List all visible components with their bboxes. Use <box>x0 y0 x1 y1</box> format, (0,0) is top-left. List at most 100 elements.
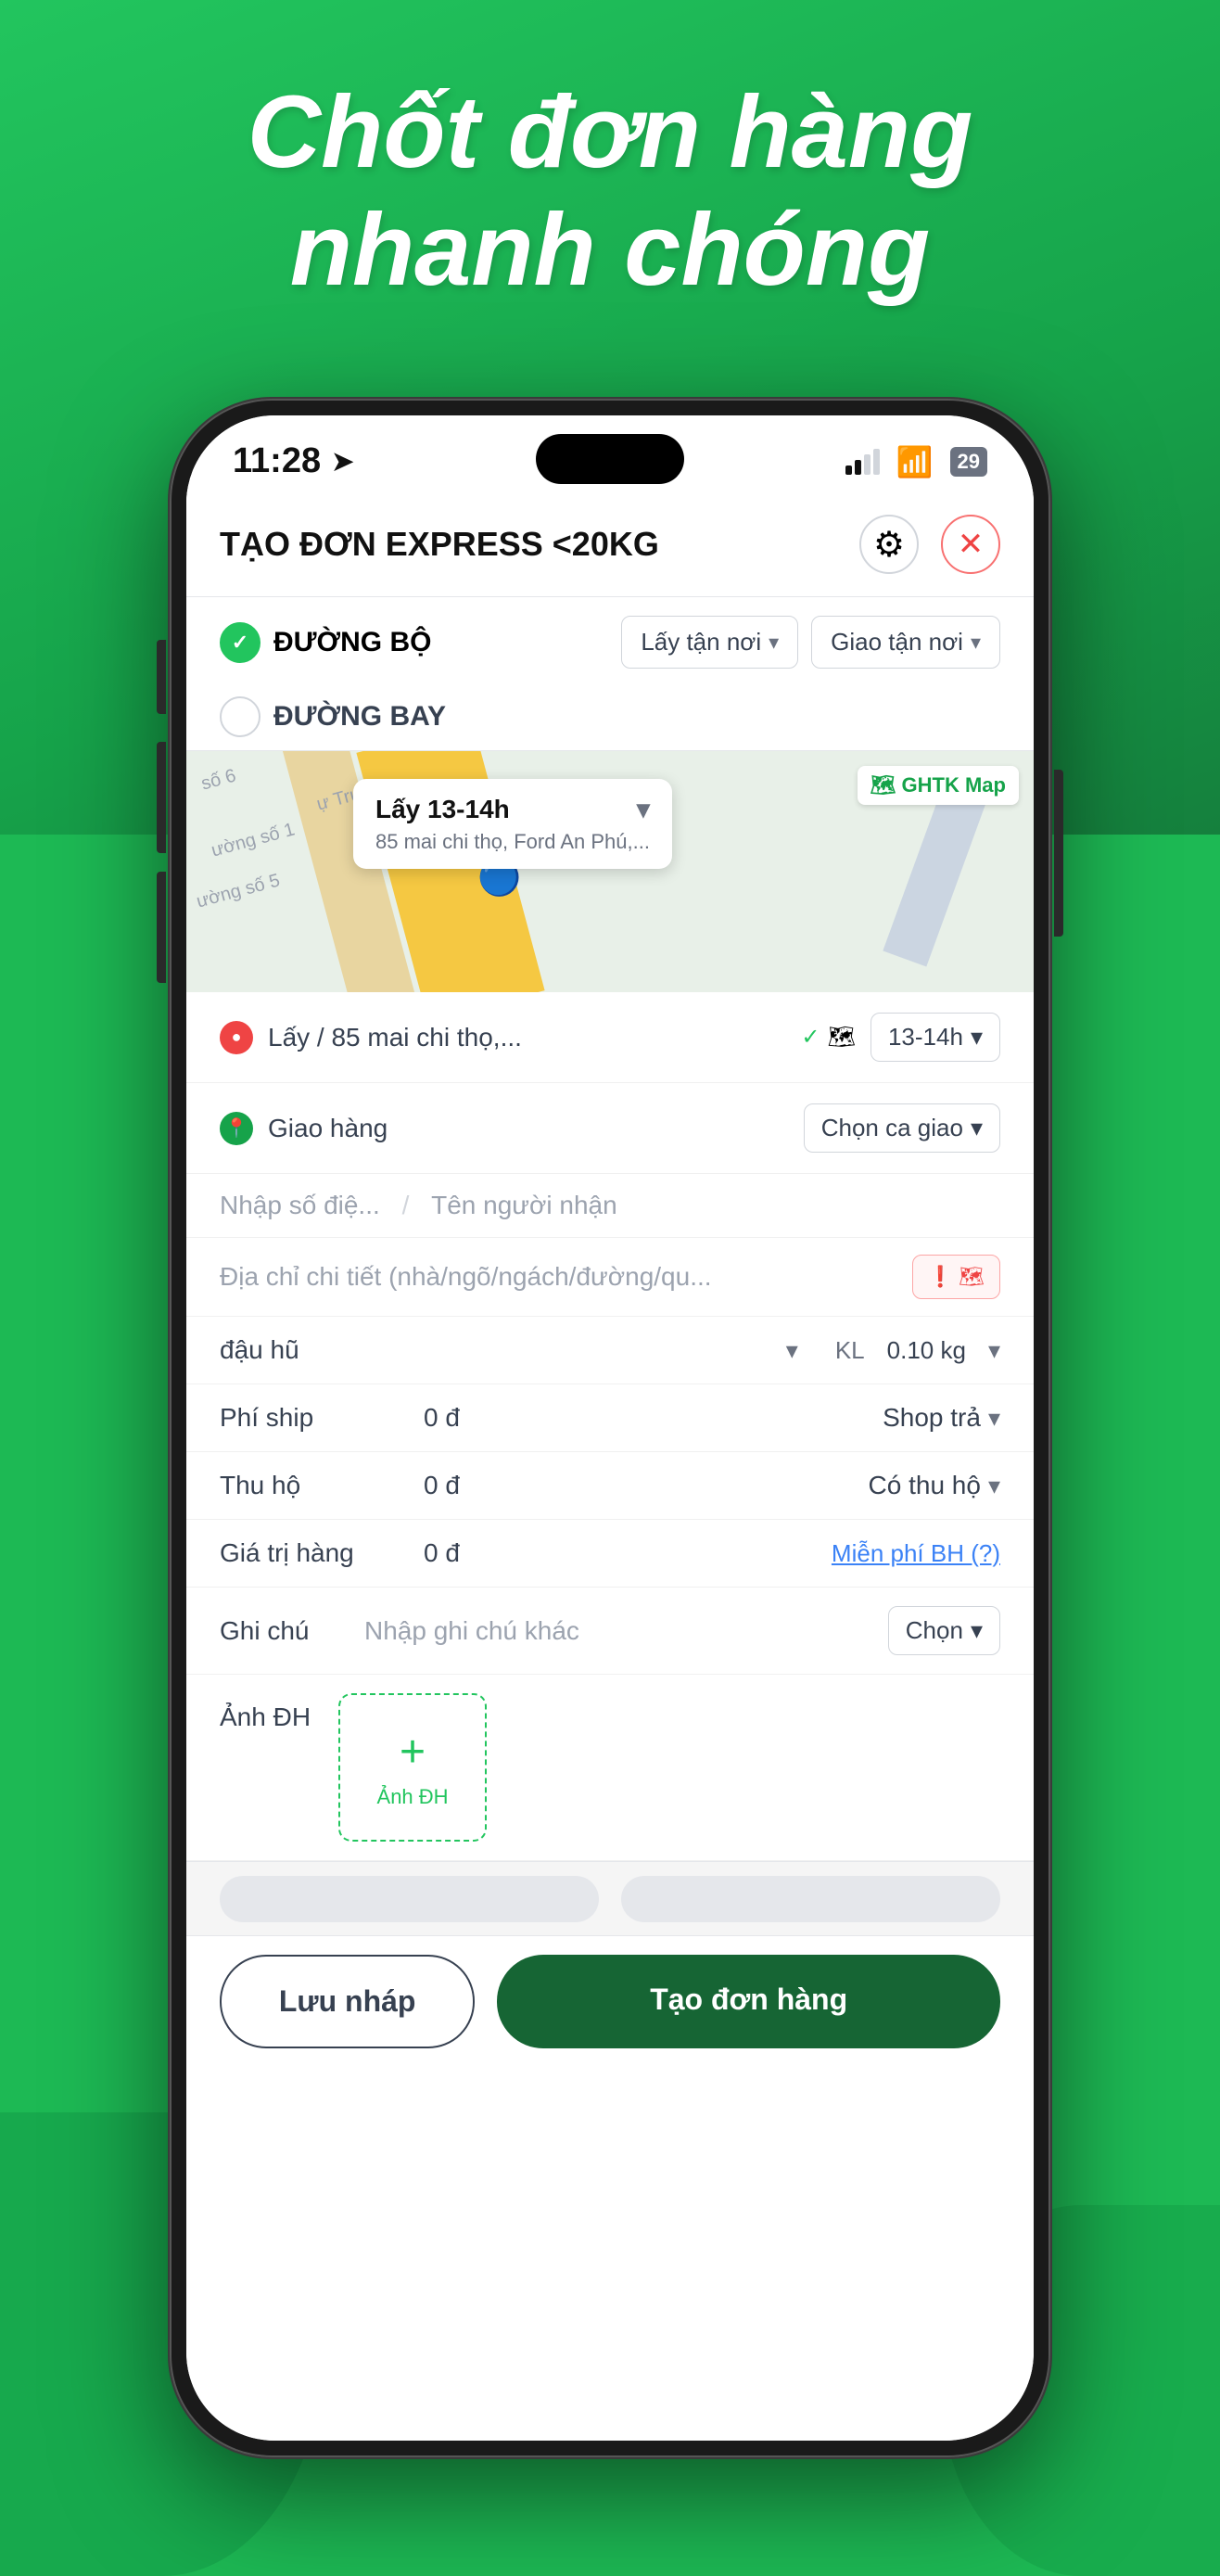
pickup-pin-icon: ● <box>220 1021 253 1054</box>
map-area[interactable]: số 6 ự Trung ường số 1 ường số 5 🔴 🔵 Lấy… <box>186 751 1034 992</box>
phone-name-input-row[interactable]: Nhập số điệ... / Tên người nhận <box>186 1174 1034 1238</box>
fee-label: Phí ship <box>220 1403 424 1433</box>
product-row[interactable]: đậu hũ ▾ KL 0.10 kg ▾ <box>186 1317 1034 1384</box>
phone-frame: 11:28 ➤ 📶 29 <box>170 399 1050 2457</box>
note-label: Ghi chú <box>220 1616 349 1646</box>
wifi-icon: 📶 <box>896 444 934 479</box>
app-content: TẠO ĐƠN EXPRESS <20KG ⚙ ✕ ✓ ĐƯỜNG B <box>186 492 1034 2441</box>
kl-chevron-icon: ▾ <box>988 1336 1000 1365</box>
cod-label: Thu hộ <box>220 1471 424 1500</box>
pickup-row[interactable]: ● Lấy / 85 mai chi thọ,... ✓ 🗺 13-14h ▾ <box>186 992 1034 1083</box>
fee-value: 0 đ <box>424 1403 883 1433</box>
pickup-time-dropdown[interactable]: 13-14h ▾ <box>871 1013 1000 1062</box>
cod-right[interactable]: Có thu hộ ▾ <box>869 1471 1000 1500</box>
map-popup: Lấy 13-14h ▾ 85 mai chi thọ, Ford An Phú… <box>353 779 672 869</box>
road-tab-circle: ✓ <box>220 622 261 663</box>
phone-screen: 11:28 ➤ 📶 29 <box>186 415 1034 2441</box>
goods-label: Giá trị hàng <box>220 1538 424 1568</box>
cod-chevron-icon: ▾ <box>988 1472 1000 1500</box>
delivery-shift-dropdown[interactable]: Chọn ca giao ▾ <box>804 1103 1000 1153</box>
volume-down-button[interactable] <box>157 872 166 983</box>
product-name: đậu hũ <box>220 1335 771 1365</box>
signal-icon <box>845 449 880 475</box>
power-button[interactable] <box>1054 770 1063 937</box>
image-upload-button[interactable]: + Ảnh ĐH <box>338 1693 487 1842</box>
delivery-row[interactable]: 📍 Giao hàng Chọn ca giao ▾ <box>186 1083 1034 1174</box>
page-title: TẠO ĐƠN EXPRESS <20KG <box>220 525 659 564</box>
address-detail-row[interactable]: Địa chỉ chi tiết (nhà/ngõ/ngách/đường/qu… <box>186 1238 1034 1317</box>
map-road-side <box>883 776 989 966</box>
road-label-4: ường số 5 <box>195 870 283 912</box>
save-draft-button[interactable]: Lưu nháp <box>220 1955 475 2048</box>
popup-chevron-icon: ▾ <box>637 794 650 824</box>
goods-value-row[interactable]: Giá trị hàng 0 đ Miễn phí BH (?) <box>186 1520 1034 1588</box>
road-dropdowns: Lấy tận nơi ▾ Giao tận nơi ▾ <box>621 616 1000 669</box>
kl-value: 0.10 kg <box>887 1336 966 1365</box>
note-input[interactable]: Nhập ghi chú khác <box>364 1616 873 1646</box>
note-row[interactable]: Ghi chú Nhập ghi chú khác Chọn ▾ <box>186 1588 1034 1675</box>
plus-icon: + <box>400 1727 426 1778</box>
settings-button[interactable]: ⚙ <box>859 515 919 574</box>
note-dropdown-label: Chọn <box>906 1616 963 1645</box>
close-icon: ✕ <box>958 526 985 563</box>
partial-btn-2 <box>621 1876 1000 1922</box>
transport-tabs: ✓ ĐƯỜNG BỘ Lấy tận nơi ▾ Giao tận nơi ▾ <box>186 597 1034 687</box>
goods-value: 0 đ <box>424 1538 832 1568</box>
air-tab-label: ĐƯỜNG BAY <box>273 701 446 733</box>
location-icon: ➤ <box>332 446 353 477</box>
cod-row[interactable]: Thu hộ 0 đ Có thu hộ ▾ <box>186 1452 1034 1520</box>
volume-mute-button[interactable] <box>157 640 166 714</box>
separator: / <box>402 1191 417 1219</box>
pickup-time-label: 13-14h <box>888 1023 963 1052</box>
check-icon: ✓ <box>801 1024 820 1051</box>
battery-indicator: 29 <box>950 447 987 477</box>
delivery-shift-label: Chọn ca giao <box>821 1114 963 1142</box>
hero-line2: nhanh chóng <box>56 192 1164 310</box>
air-tab-circle <box>220 696 261 737</box>
road-label-3: ường số 1 <box>210 819 298 861</box>
image-label: Ảnh ĐH <box>220 1693 311 1732</box>
fee-right-label: Shop trả <box>883 1403 981 1433</box>
note-dropdown[interactable]: Chọn ▾ <box>888 1606 1000 1655</box>
dynamic-island <box>536 434 684 484</box>
chevron-down-icon: ▾ <box>786 1336 798 1365</box>
warning-icon: ❗ <box>928 1265 953 1289</box>
chevron-down-icon: ▾ <box>769 631 779 655</box>
note-chevron-icon: ▾ <box>971 1616 983 1645</box>
create-order-button[interactable]: Tạo đơn hàng <box>497 1955 1000 2048</box>
status-icons: 📶 29 <box>845 444 987 479</box>
map-popup-title: Lấy 13-14h ▾ <box>375 794 650 824</box>
delivery-dropdown[interactable]: Giao tận nơi ▾ <box>811 616 1000 669</box>
insurance-link[interactable]: Miễn phí BH (?) <box>832 1539 1000 1568</box>
address-detail-input: Địa chỉ chi tiết (nhà/ngõ/ngách/đường/qu… <box>220 1262 897 1292</box>
kl-label: KL <box>835 1336 865 1365</box>
ghtk-map-badge: 🗺 GHTK Map <box>858 766 1019 805</box>
partial-btn-1 <box>220 1876 599 1922</box>
pickup-dropdown[interactable]: Lấy tận nơi ▾ <box>621 616 798 669</box>
delivery-chevron-icon: ▾ <box>971 1114 983 1142</box>
image-row: Ảnh ĐH + Ảnh ĐH <box>186 1675 1034 1861</box>
map-popup-subtitle: 85 mai chi thọ, Ford An Phú,... <box>375 830 650 854</box>
bottom-bar: Lưu nháp Tạo đơn hàng <box>186 1935 1034 2085</box>
fee-row[interactable]: Phí ship 0 đ Shop trả ▾ <box>186 1384 1034 1452</box>
road-tab-label: ĐƯỜNG BỘ <box>273 627 431 658</box>
phone-wrapper: 11:28 ➤ 📶 29 <box>170 399 1050 2457</box>
fee-right[interactable]: Shop trả ▾ <box>883 1403 1000 1433</box>
close-button[interactable]: ✕ <box>941 515 1000 574</box>
gear-icon: ⚙ <box>873 524 905 566</box>
pickup-badge: ✓ 🗺 <box>801 1024 856 1051</box>
cod-value: 0 đ <box>424 1471 869 1500</box>
delivery-option-label: Giao tận nơi <box>831 628 963 657</box>
ghtk-map-icon: 🗺 <box>871 773 896 797</box>
status-time: 11:28 ➤ <box>233 441 354 481</box>
hero-line1: Chốt đơn hàng <box>56 74 1164 192</box>
app-header: TẠO ĐƠN EXPRESS <20KG ⚙ ✕ <box>186 492 1034 597</box>
volume-up-button[interactable] <box>157 742 166 853</box>
delivery-label: Giao hàng <box>268 1114 789 1143</box>
hero-text: Chốt đơn hàng nhanh chóng <box>0 74 1220 309</box>
road-label-1: số 6 <box>199 765 238 795</box>
road-tab[interactable]: ✓ ĐƯỜNG BỘ <box>220 622 431 663</box>
air-tab-row[interactable]: ĐƯỜNG BAY <box>186 687 1034 751</box>
name-placeholder: Tên người nhận <box>431 1191 617 1219</box>
address-map-button[interactable]: ❗ 🗺 <box>912 1255 1000 1299</box>
